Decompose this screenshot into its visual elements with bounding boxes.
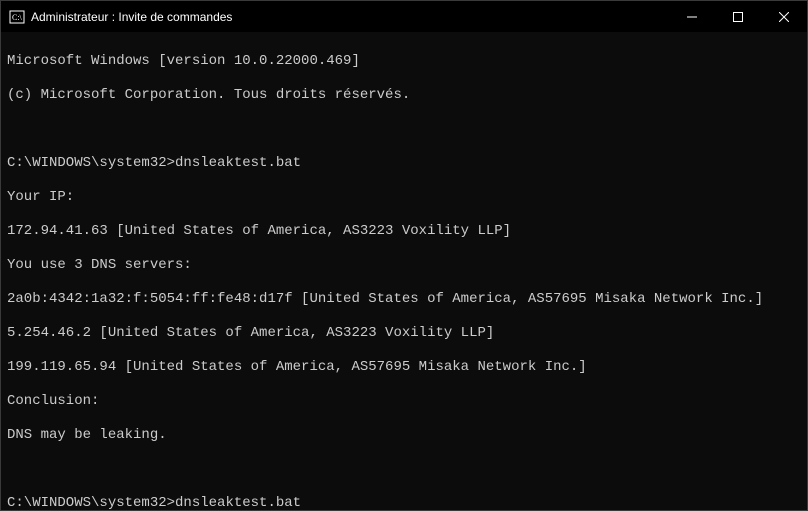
output-line: Your IP: (7, 189, 801, 206)
prompt: C:\WINDOWS\system32> (7, 495, 175, 510)
terminal-output[interactable]: Microsoft Windows [version 10.0.22000.46… (1, 32, 807, 510)
output-line: You use 3 DNS servers: (7, 257, 801, 274)
command-prompt-window: C:\ Administrateur : Invite de commandes… (0, 0, 808, 511)
prompt-line: C:\WINDOWS\system32>dnsleaktest.bat (7, 495, 801, 510)
output-line (7, 461, 801, 478)
output-line: 172.94.41.63 [United States of America, … (7, 223, 801, 240)
output-line: Conclusion: (7, 393, 801, 410)
command-text: dnsleaktest.bat (175, 495, 301, 510)
window-controls (669, 1, 807, 32)
cmd-icon: C:\ (9, 9, 25, 25)
minimize-button[interactable] (669, 1, 715, 32)
close-button[interactable] (761, 1, 807, 32)
output-line (7, 121, 801, 138)
command-text: dnsleaktest.bat (175, 155, 301, 172)
output-line: (c) Microsoft Corporation. Tous droits r… (7, 87, 801, 104)
titlebar[interactable]: C:\ Administrateur : Invite de commandes (1, 1, 807, 32)
titlebar-left: C:\ Administrateur : Invite de commandes (9, 9, 232, 25)
maximize-button[interactable] (715, 1, 761, 32)
output-line: 199.119.65.94 [United States of America,… (7, 359, 801, 376)
output-line: DNS may be leaking. (7, 427, 801, 444)
window-title: Administrateur : Invite de commandes (31, 10, 232, 24)
svg-text:C:\: C:\ (12, 13, 23, 22)
output-line: 2a0b:4342:1a32:f:5054:ff:fe48:d17f [Unit… (7, 291, 801, 308)
prompt: C:\WINDOWS\system32> (7, 155, 175, 172)
output-line: 5.254.46.2 [United States of America, AS… (7, 325, 801, 342)
prompt-line: C:\WINDOWS\system32>dnsleaktest.bat (7, 155, 801, 172)
output-line: Microsoft Windows [version 10.0.22000.46… (7, 53, 801, 70)
